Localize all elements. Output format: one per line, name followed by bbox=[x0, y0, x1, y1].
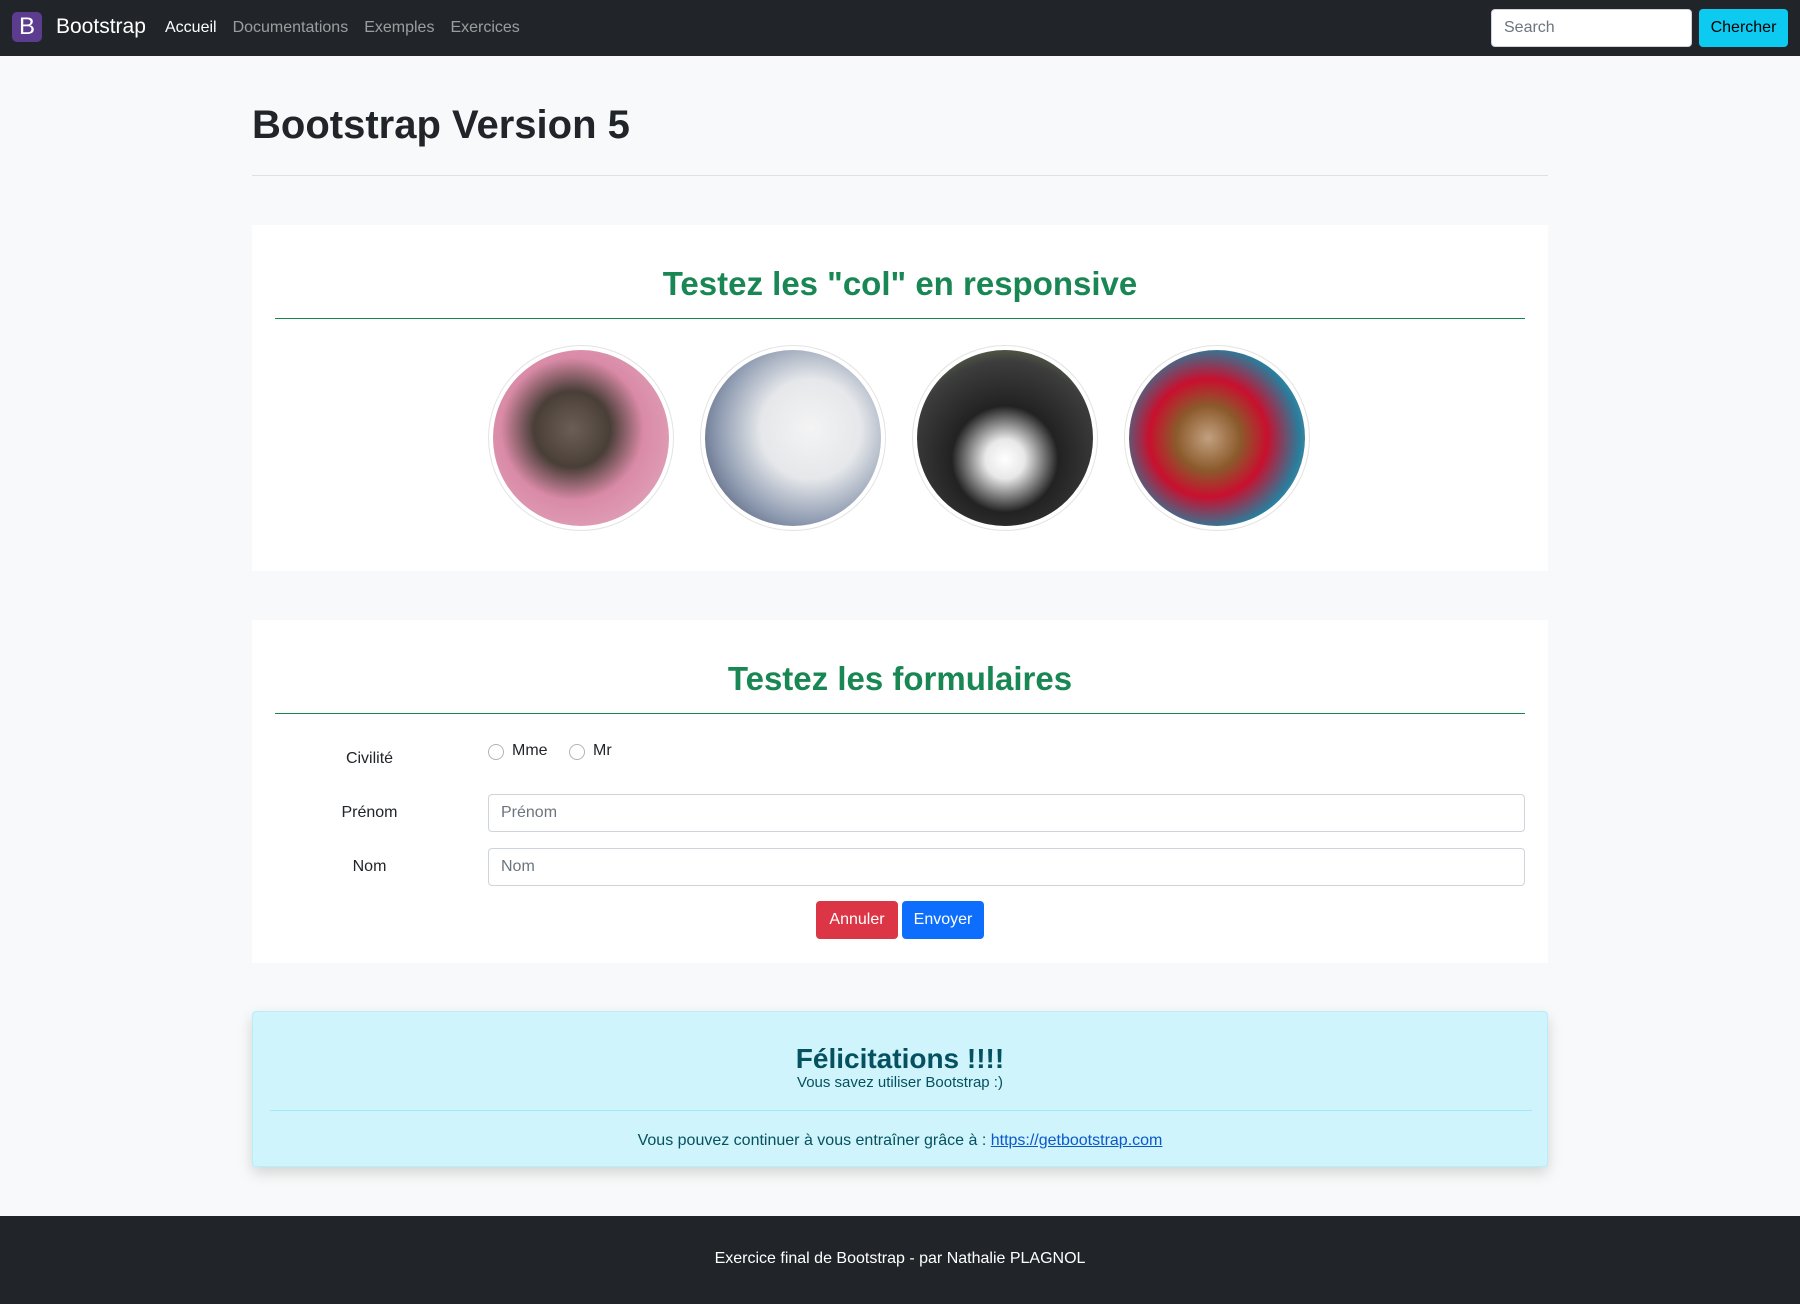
alert-footer: Vous pouvez continuer à vous entraîner g… bbox=[253, 1132, 1547, 1150]
section-title-cols: Testez les "col" en responsive bbox=[662, 265, 1138, 302]
lastname-input[interactable] bbox=[488, 848, 1525, 886]
firstname-input[interactable] bbox=[488, 794, 1525, 832]
form-section: Testez les formulaires Civilité Mme Mr P… bbox=[252, 620, 1548, 963]
kitten-tabby-image bbox=[488, 345, 674, 531]
nav-links: Accueil Documentations Exemples Exercice… bbox=[165, 19, 520, 37]
kitten-white-image bbox=[700, 345, 886, 531]
kitten-black-white-image bbox=[912, 345, 1098, 531]
search-button[interactable]: Chercher bbox=[1699, 9, 1788, 47]
bootstrap-logo-icon[interactable]: B bbox=[12, 12, 42, 42]
responsive-cols-section: Testez les "col" en responsive bbox=[252, 225, 1548, 571]
page-title: Bootstrap Version 5 bbox=[252, 103, 630, 147]
footer: Exercice final de Bootstrap - par Nathal… bbox=[0, 1216, 1800, 1304]
footer-text: Exercice final de Bootstrap - par Nathal… bbox=[714, 1250, 1086, 1267]
nav-link-accueil[interactable]: Accueil bbox=[165, 19, 217, 37]
radio-mme-label[interactable]: Mme bbox=[512, 742, 548, 760]
section-divider bbox=[275, 713, 1525, 714]
kitten-calico-image bbox=[1124, 345, 1310, 531]
nav-link-exemples[interactable]: Exemples bbox=[364, 19, 434, 37]
getbootstrap-link[interactable]: https://getbootstrap.com bbox=[991, 1132, 1163, 1149]
civility-label: Civilité bbox=[345, 750, 394, 767]
radio-mme[interactable] bbox=[488, 744, 504, 760]
radio-mr[interactable] bbox=[569, 744, 585, 760]
section-divider bbox=[275, 318, 1525, 319]
radio-mr-label[interactable]: Mr bbox=[593, 742, 612, 760]
cancel-button[interactable]: Annuler bbox=[816, 901, 898, 939]
alert-footer-text: Vous pouvez continuer à vous entraîner g… bbox=[637, 1132, 991, 1149]
alert-subtitle: Vous savez utiliser Bootstrap :) bbox=[797, 1074, 1003, 1091]
alert-divider bbox=[270, 1110, 1532, 1111]
alert-title: Félicitations !!!! bbox=[795, 1043, 1005, 1074]
congratulations-alert: Félicitations !!!! Vous savez utiliser B… bbox=[252, 1011, 1548, 1167]
send-button[interactable]: Envoyer bbox=[902, 901, 984, 939]
navbar: B Bootstrap Accueil Documentations Exemp… bbox=[0, 0, 1800, 56]
title-divider bbox=[252, 175, 1548, 176]
search-input[interactable] bbox=[1491, 9, 1692, 47]
lastname-label: Nom bbox=[352, 858, 387, 875]
nav-link-documentations[interactable]: Documentations bbox=[233, 19, 349, 37]
brand-name[interactable]: Bootstrap bbox=[56, 15, 146, 39]
nav-link-exercices[interactable]: Exercices bbox=[450, 19, 519, 37]
section-title-form: Testez les formulaires bbox=[727, 660, 1073, 697]
firstname-label: Prénom bbox=[341, 804, 398, 821]
